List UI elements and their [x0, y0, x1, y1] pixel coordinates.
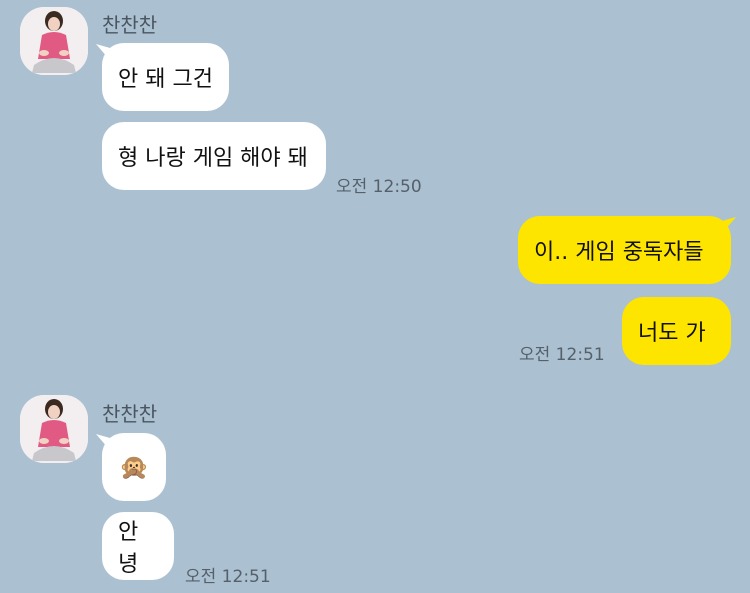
sender-name: 찬찬찬: [102, 13, 158, 37]
message-bubble[interactable]: 안 돼 그건: [102, 43, 229, 111]
profile-photo-icon: [20, 395, 88, 463]
avatar[interactable]: [20, 7, 88, 75]
message-bubble[interactable]: 안녕: [102, 512, 174, 580]
message-text: 안 돼 그건: [118, 67, 213, 92]
message-text: 안녕: [118, 520, 139, 577]
message-time: 오전 12:50: [336, 177, 422, 197]
message-time: 오전 12:51: [185, 567, 271, 587]
message-bubble[interactable]: 너도 가: [622, 297, 731, 365]
message-bubble[interactable]: 형 나랑 게임 해야 돼: [102, 122, 326, 190]
message-text: 너도 가: [638, 321, 706, 346]
profile-photo-icon: [20, 7, 88, 75]
see-no-evil-monkey-icon: 🙊: [119, 453, 149, 481]
sender-name: 찬찬찬: [102, 402, 158, 426]
avatar[interactable]: [20, 395, 88, 463]
message-text: 형 나랑 게임 해야 돼: [118, 146, 308, 171]
message-bubble[interactable]: 🙊: [102, 433, 166, 501]
message-bubble[interactable]: 이.. 게임 중독자들: [518, 216, 731, 284]
message-time: 오전 12:51: [519, 345, 605, 365]
message-text: 이.. 게임 중독자들: [534, 240, 704, 265]
